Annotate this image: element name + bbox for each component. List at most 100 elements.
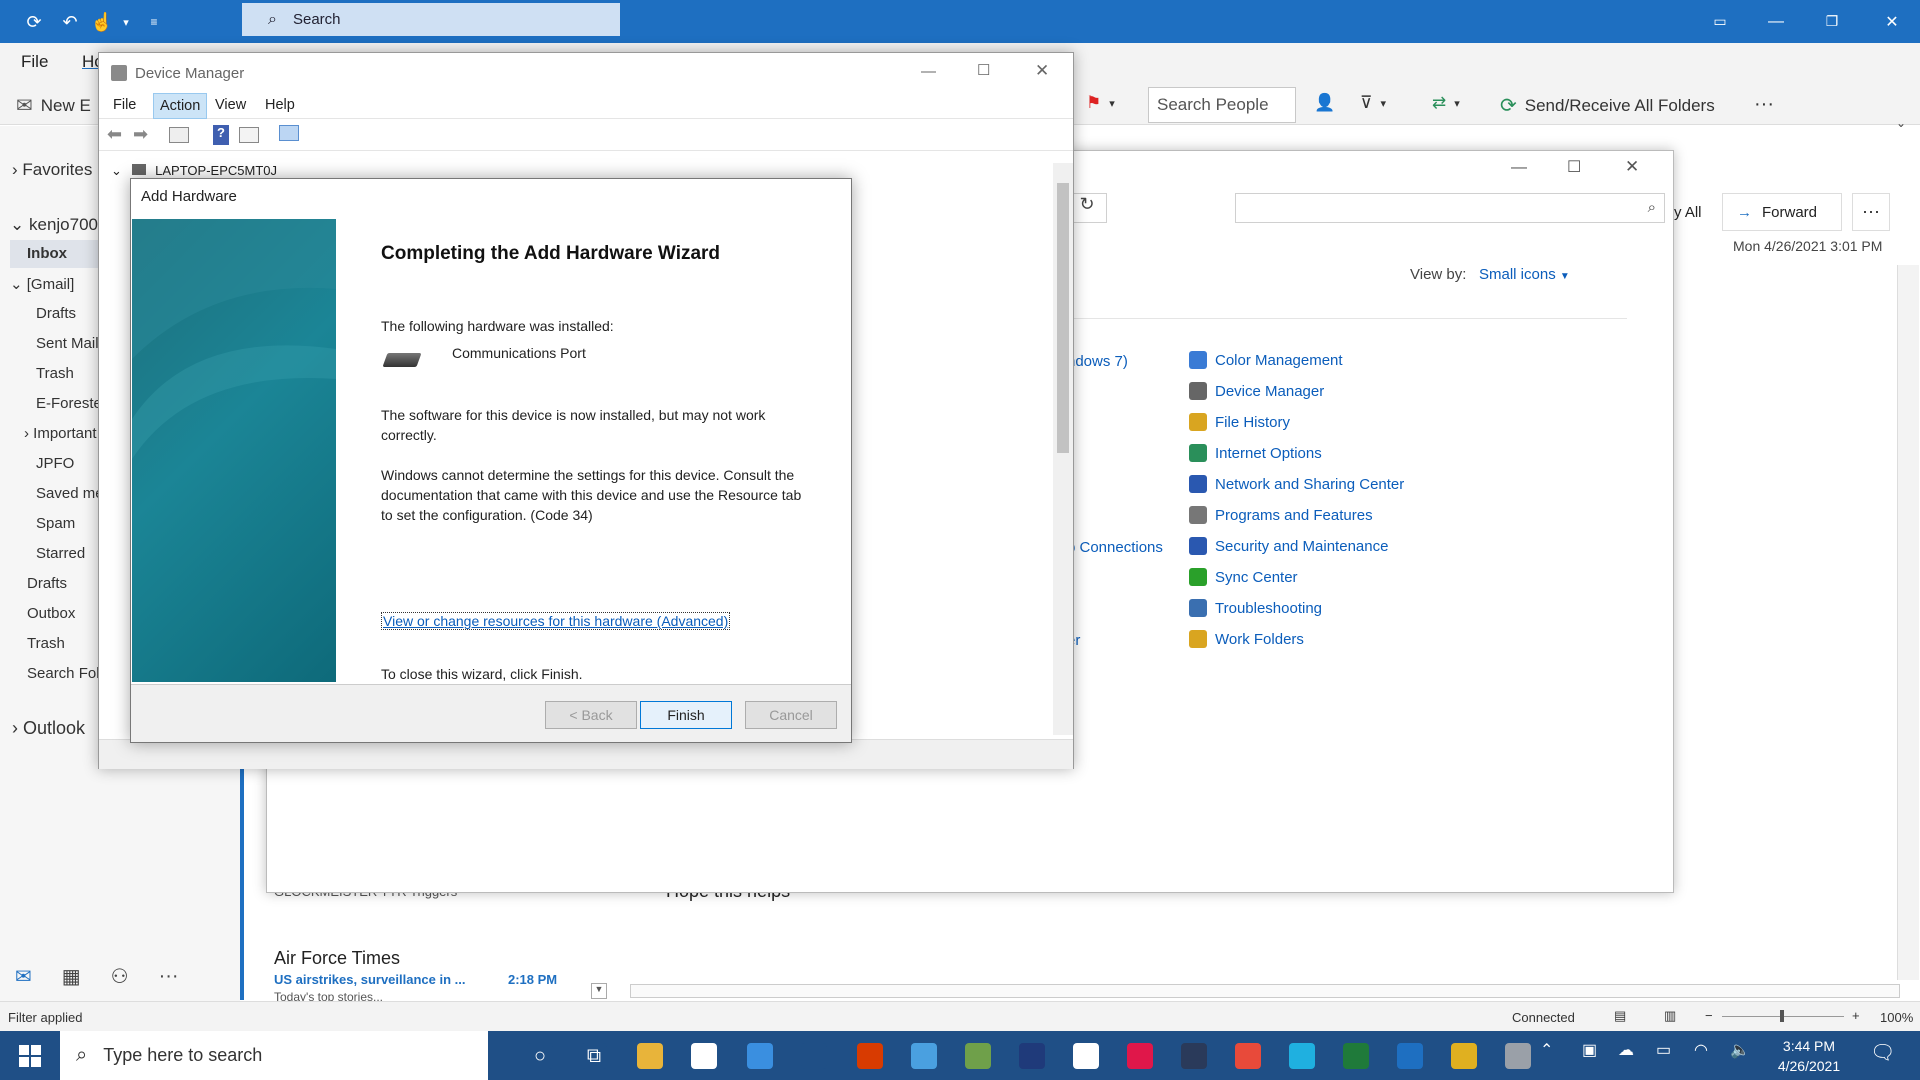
- people-icon[interactable]: ⚇: [111, 964, 129, 989]
- cp-item-file-history[interactable]: File History: [1189, 413, 1290, 431]
- task-view-icon[interactable]: ⧉: [574, 1037, 614, 1075]
- menu-help[interactable]: Help: [265, 97, 295, 113]
- vertical-scrollbar[interactable]: [1053, 163, 1073, 735]
- minimize-button[interactable]: —: [1748, 0, 1804, 43]
- menu-file[interactable]: File: [21, 52, 48, 72]
- minimize-button[interactable]: —: [1511, 159, 1527, 177]
- folder-drafts-2[interactable]: Drafts: [27, 575, 67, 592]
- battery-icon[interactable]: ▭: [1656, 1040, 1671, 1060]
- address-book-button[interactable]: 👤: [1314, 93, 1335, 113]
- maximize-button[interactable]: ☐: [1567, 157, 1581, 177]
- chevron-down-icon[interactable]: ▾: [112, 8, 140, 36]
- forward-button[interactable]: → Forward: [1722, 193, 1842, 231]
- folder-drafts[interactable]: Drafts: [36, 305, 76, 322]
- cortana-icon[interactable]: ○: [520, 1037, 560, 1075]
- reading-view-icon[interactable]: ▥: [1664, 1008, 1676, 1024]
- folder-gmail[interactable]: ⌄ [Gmail]: [10, 275, 74, 293]
- folder-outbox[interactable]: Outbox: [27, 605, 75, 622]
- search-people-input[interactable]: Search People: [1148, 87, 1296, 123]
- outlook-search-box[interactable]: ⌕ Search: [242, 3, 620, 36]
- calendar-icon[interactable]: ▦: [62, 964, 81, 989]
- account-group[interactable]: ⌄ kenjo700: [10, 215, 98, 235]
- outlook-icon[interactable]: [1390, 1037, 1430, 1075]
- folder-e-forester[interactable]: E-Foreste: [36, 395, 102, 412]
- scan-hardware-icon[interactable]: [279, 125, 299, 141]
- cp-item-security-and-maintenance[interactable]: Security and Maintenance: [1189, 537, 1388, 555]
- view-by-dropdown[interactable]: Small icons ▼: [1479, 266, 1570, 283]
- scroll-down-button[interactable]: ▼: [591, 983, 607, 999]
- control-panel-search[interactable]: ⌕: [1235, 193, 1665, 223]
- show-hidden-icons[interactable]: ⌃: [1540, 1040, 1553, 1060]
- forward-arrow-icon[interactable]: ➡: [133, 124, 148, 145]
- normal-view-icon[interactable]: ▤: [1614, 1008, 1626, 1024]
- sync-icon[interactable]: ⟳: [20, 8, 48, 36]
- cp-item-programs-and-features[interactable]: Programs and Features: [1189, 506, 1373, 524]
- undo-icon[interactable]: ↶: [56, 8, 84, 36]
- zoom-in-icon[interactable]: +: [1852, 1008, 1860, 1023]
- vertical-scrollbar[interactable]: [1897, 265, 1919, 980]
- send-receive-button[interactable]: ⟳ Send/Receive All Folders: [1500, 93, 1715, 118]
- back-button[interactable]: < Back: [545, 701, 637, 729]
- chrome-icon[interactable]: [1444, 1037, 1484, 1075]
- close-button[interactable]: ✕: [1035, 61, 1049, 81]
- menu-action[interactable]: Action: [153, 93, 208, 119]
- taskbar-search-box[interactable]: ⌕ Type here to search: [60, 1031, 488, 1080]
- close-button[interactable]: ✕: [1864, 0, 1920, 43]
- start-button[interactable]: [0, 1031, 60, 1080]
- cp-item-troubleshooting[interactable]: Troubleshooting: [1189, 599, 1322, 617]
- collapse-ribbon-icon[interactable]: ⌄: [1896, 116, 1906, 130]
- app-icon[interactable]: [1228, 1037, 1268, 1075]
- meet-now-icon[interactable]: ▣: [1582, 1040, 1597, 1060]
- cp-item-network-and-sharing-center[interactable]: Network and Sharing Center: [1189, 475, 1404, 493]
- notifications-icon[interactable]: 🗨: [1870, 1040, 1895, 1065]
- app-icon[interactable]: [1282, 1037, 1322, 1075]
- cp-partial-item-2[interactable]: p Connections: [1067, 539, 1163, 556]
- message-sender[interactable]: Air Force Times: [274, 948, 400, 969]
- folder-important[interactable]: › Important: [24, 425, 97, 442]
- zoom-slider-thumb[interactable]: [1780, 1010, 1784, 1022]
- zoom-out-icon[interactable]: −: [1705, 1008, 1713, 1023]
- excel-icon[interactable]: [1336, 1037, 1376, 1075]
- app-icon[interactable]: [1120, 1037, 1160, 1075]
- menu-view[interactable]: View: [215, 97, 246, 113]
- properties-icon[interactable]: [239, 127, 259, 143]
- cp-item-internet-options[interactable]: Internet Options: [1189, 444, 1322, 462]
- cp-partial-item-1[interactable]: ndows 7): [1067, 353, 1128, 370]
- folder-spam[interactable]: Spam: [36, 515, 75, 532]
- mail-app-icon[interactable]: [740, 1037, 780, 1075]
- app-icon[interactable]: [1012, 1037, 1052, 1075]
- restore-button[interactable]: ❐: [1804, 0, 1860, 43]
- menu-file[interactable]: File: [113, 97, 136, 113]
- translate-button[interactable]: ⇄ ▾: [1432, 93, 1460, 113]
- folder-saved[interactable]: Saved me: [36, 485, 104, 502]
- cp-item-sync-center[interactable]: Sync Center: [1189, 568, 1298, 586]
- control-panel-icon[interactable]: [904, 1037, 944, 1075]
- mail-icon[interactable]: ✉: [15, 964, 32, 989]
- cancel-button[interactable]: Cancel: [745, 701, 837, 729]
- folder-search-folders[interactable]: Search Fold: [27, 665, 108, 682]
- finish-button[interactable]: Finish: [640, 701, 732, 729]
- folder-trash[interactable]: Trash: [36, 365, 74, 382]
- wifi-icon[interactable]: ◠: [1694, 1040, 1708, 1060]
- onedrive-icon[interactable]: ☁: [1618, 1040, 1634, 1060]
- filter-email-button[interactable]: ⊽ ▾: [1360, 93, 1386, 113]
- folder-inbox[interactable]: Inbox: [27, 245, 67, 262]
- scrollbar-thumb[interactable]: [1057, 183, 1069, 453]
- folder-jpfo[interactable]: JPFO: [36, 455, 74, 472]
- folder-trash-2[interactable]: Trash: [27, 635, 65, 652]
- store-icon[interactable]: [684, 1037, 724, 1075]
- show-hide-console-icon[interactable]: [169, 127, 189, 143]
- minimize-button[interactable]: —: [921, 63, 936, 80]
- new-email-button[interactable]: ✉ New E: [16, 93, 91, 118]
- folder-starred[interactable]: Starred: [36, 545, 85, 562]
- folder-sent-mail[interactable]: Sent Mail: [36, 335, 99, 352]
- advanced-resources-link[interactable]: View or change resources for this hardwa…: [381, 612, 731, 630]
- file-explorer-icon[interactable]: [630, 1037, 670, 1075]
- help-icon[interactable]: ?: [213, 125, 229, 145]
- office-icon[interactable]: [850, 1037, 890, 1075]
- more-actions-button[interactable]: ···: [1852, 193, 1890, 231]
- app-icon[interactable]: [1174, 1037, 1214, 1075]
- app-icon[interactable]: [1066, 1037, 1106, 1075]
- more-icon[interactable]: ···: [159, 965, 179, 988]
- horizontal-scrollbar[interactable]: [630, 984, 1900, 998]
